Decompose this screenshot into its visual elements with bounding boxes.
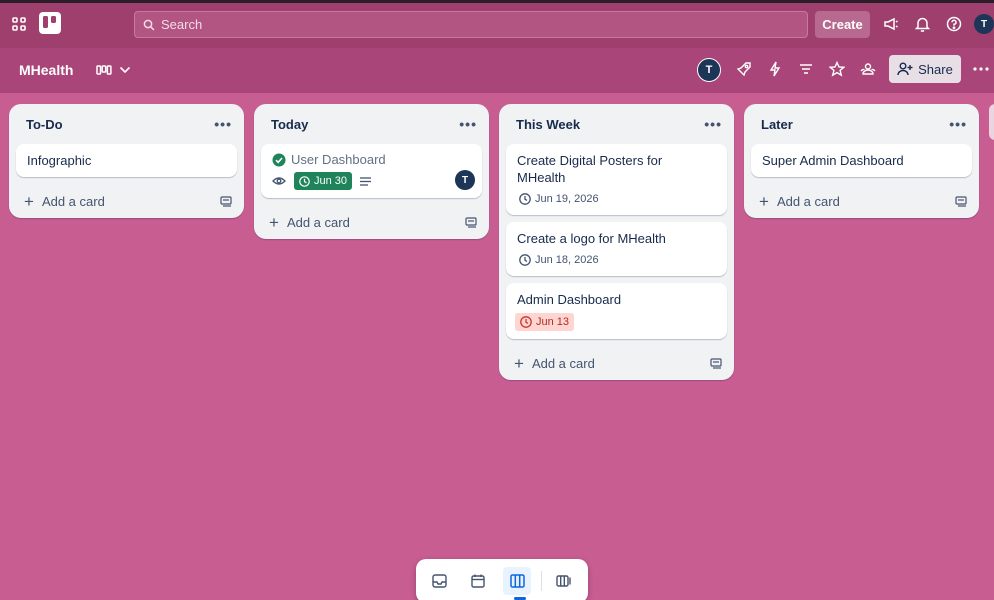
trello-logo-icon[interactable] [39,12,61,34]
list-today: Today ••• User Dashboard Jun 30 T + Add … [254,104,489,239]
create-button[interactable]: Create [815,11,870,38]
card-title: Create a logo for MHealth [517,231,666,246]
card-title: User Dashboard [291,152,386,167]
list-later: Later ••• Super Admin Dashboard + Add a c… [744,104,979,218]
due-date-badge[interactable]: Jun 30 [294,172,353,190]
plus-icon: + [269,212,279,232]
add-card-label: Add a card [41,193,105,209]
list-menu-icon[interactable]: ••• [704,116,722,132]
plus-icon: + [514,353,524,373]
create-from-template-icon[interactable] [220,195,232,207]
due-date-label: Jun 19, 2026 [535,193,599,205]
switcher-divider [541,571,542,591]
user-avatar[interactable]: T [974,14,994,34]
list-title[interactable]: To-Do [26,117,63,132]
card-title: Admin Dashboard [517,292,622,307]
search-input[interactable] [161,17,761,32]
description-icon [360,176,372,186]
list-title[interactable]: Today [271,117,308,132]
switch-boards-icon[interactable] [550,567,578,595]
add-card-label: Add a card [286,214,350,230]
create-from-template-icon[interactable] [710,357,722,369]
chevron-down-icon[interactable] [111,56,139,84]
add-person-icon [897,62,913,76]
search-icon [143,19,155,31]
list-menu-icon[interactable]: ••• [214,116,232,132]
add-card-button[interactable]: + Add a card [499,346,734,380]
create-from-template-icon[interactable] [955,195,967,207]
list-this-week: This Week ••• Create Digital Posters for… [499,104,734,380]
card-title: Create Digital Posters for MHealth [517,153,663,185]
board-icon[interactable] [503,567,531,595]
list-menu-icon[interactable]: ••• [459,116,477,132]
add-card-label: Add a card [531,355,595,371]
due-date-badge[interactable]: Jun 19, 2026 [517,191,603,207]
add-card-label: Add a card [776,193,840,209]
calendar-icon[interactable] [464,567,492,595]
card[interactable]: Create Digital Posters for MHealth Jun 1… [506,144,727,215]
share-button[interactable]: Share [889,55,961,83]
help-icon[interactable] [940,10,968,38]
top-navigation-bar: Create T [0,0,994,48]
card-member-avatar[interactable]: T [455,170,475,190]
card-title: Super Admin Dashboard [762,153,904,168]
card-title: Infographic [27,153,92,168]
plus-icon: + [759,191,769,211]
add-list-partial[interactable] [989,104,994,140]
megaphone-icon[interactable] [877,10,905,38]
card[interactable]: Admin Dashboard Jun 13 [506,283,727,339]
due-date-badge[interactable]: Jun 18, 2026 [517,252,603,268]
view-switcher [416,559,588,600]
due-date-label: Jun 13 [536,316,570,328]
clock-icon [520,316,532,328]
add-card-button[interactable]: + Add a card [9,184,244,218]
app-switcher-icon[interactable] [5,10,33,38]
add-card-button[interactable]: + Add a card [744,184,979,218]
share-label: Share [918,61,953,77]
add-card-button[interactable]: + Add a card [254,205,489,239]
automation-lightning-icon[interactable] [761,55,789,83]
notifications-bell-icon[interactable] [908,10,936,38]
due-date-label: Jun 30 [314,175,348,187]
visibility-workspace-icon[interactable] [854,55,882,83]
clock-icon [519,193,531,205]
card[interactable]: Super Admin Dashboard [751,144,972,177]
filter-icon[interactable] [792,55,820,83]
list-title[interactable]: This Week [516,117,580,132]
completed-check-icon[interactable] [272,153,286,167]
inbox-icon[interactable] [425,567,453,595]
due-date-label: Jun 18, 2026 [535,254,599,266]
list-title[interactable]: Later [761,117,793,132]
card[interactable]: Create a logo for MHealth Jun 18, 2026 [506,222,727,276]
card[interactable]: User Dashboard Jun 30 T [261,144,482,198]
clock-icon [299,175,310,187]
more-options-icon[interactable] [967,55,994,83]
overdue-date-badge[interactable]: Jun 13 [515,313,575,331]
board-header: MHealth T Share [0,48,994,93]
board-title[interactable]: MHealth [19,62,73,78]
watching-eye-icon [272,176,286,186]
plus-icon: + [24,191,34,211]
power-ups-rocket-icon[interactable] [730,55,758,83]
list-to-do: To-Do ••• Infographic + Add a card [9,104,244,218]
search-box[interactable] [134,11,808,38]
clock-icon [519,254,531,266]
card[interactable]: Infographic [16,144,237,177]
create-from-template-icon[interactable] [465,216,477,228]
star-icon[interactable] [823,55,851,83]
board-member-avatar[interactable]: T [697,58,721,82]
list-menu-icon[interactable]: ••• [949,116,967,132]
